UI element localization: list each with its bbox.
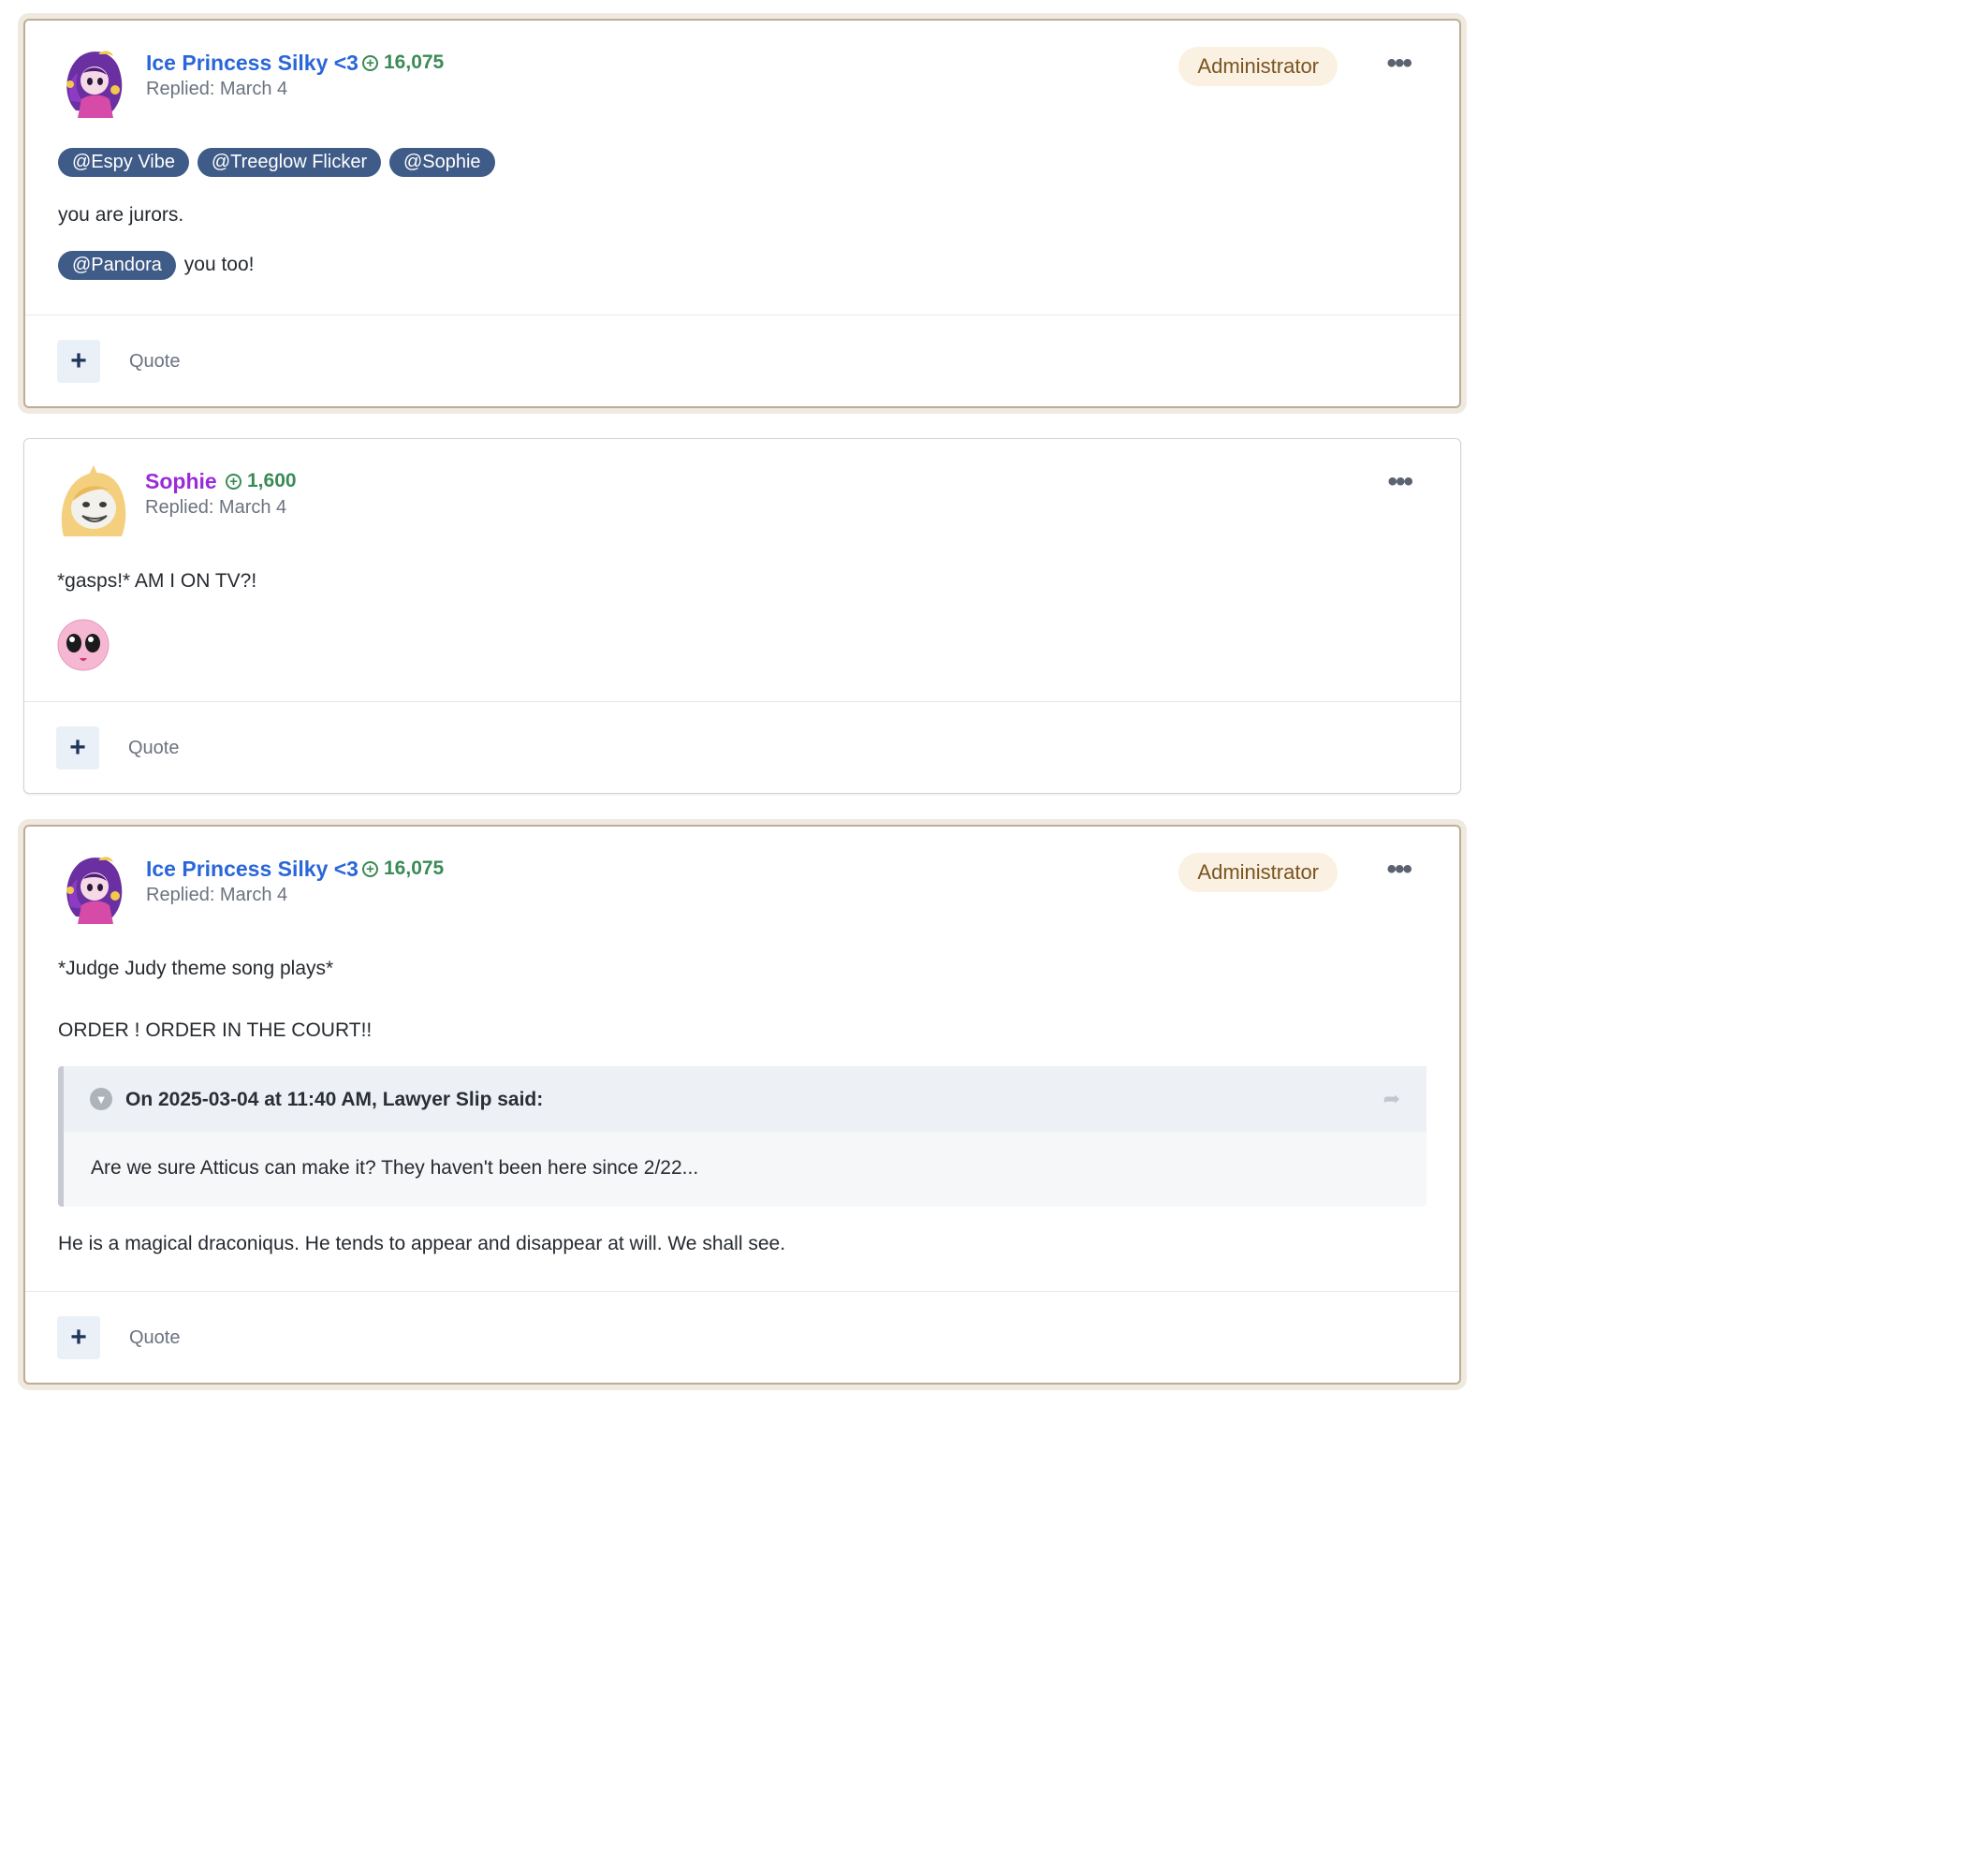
post-text: ORDER ! ORDER IN THE COURT!! <box>58 1019 373 1041</box>
post-text: you too! <box>183 254 255 275</box>
go-to-quoted-post-icon[interactable]: ➦ <box>1383 1087 1400 1111</box>
emoji-image <box>57 619 110 677</box>
add-reaction-button[interactable]: + <box>57 340 100 383</box>
post-text: you are jurors. <box>58 204 184 226</box>
reputation-count: 16,075 <box>384 51 445 73</box>
reputation-plus-icon: + <box>362 860 378 877</box>
quote-block: ▼ On 2025-03-04 at 11:40 AM, Lawyer Slip… <box>58 1066 1426 1207</box>
role-badge: Administrator <box>1178 853 1338 892</box>
mention-link[interactable]: @Pandora <box>58 251 176 280</box>
avatar[interactable] <box>57 851 130 924</box>
reply-date[interactable]: Replied: March 4 <box>145 497 286 519</box>
reputation-count: 16,075 <box>384 857 445 879</box>
more-options-icon[interactable]: ••• <box>1386 856 1412 884</box>
post-content: *gasps!* AM I ON TV?! <box>57 570 1427 682</box>
author-name[interactable]: Sophie <box>145 469 217 494</box>
author-name[interactable]: Ice Princess Silky <3 <box>146 51 358 76</box>
mention-link[interactable]: @Treeglow Flicker <box>197 148 382 177</box>
more-options-icon[interactable]: ••• <box>1386 50 1412 78</box>
reputation-plus-icon: + <box>226 473 241 490</box>
mention-link[interactable]: @Espy Vibe <box>58 148 189 177</box>
post-text: *gasps!* AM I ON TV?! <box>57 570 257 592</box>
quote-header: ▼ On 2025-03-04 at 11:40 AM, Lawyer Slip… <box>64 1066 1426 1132</box>
reputation-count: 1,600 <box>247 470 297 491</box>
post: Ice Princess Silky <3 + 16,075 Replied: … <box>23 19 1461 408</box>
reputation-plus-icon: + <box>362 54 378 71</box>
divider <box>24 701 1460 702</box>
reply-date[interactable]: Replied: March 4 <box>146 885 287 906</box>
post-content: @Espy Vibe @Treeglow Flicker @Sophie you… <box>58 148 1426 288</box>
author-name[interactable]: Ice Princess Silky <3 <box>146 857 358 882</box>
post-text: *Judge Judy theme song plays* <box>58 958 334 979</box>
divider <box>25 1291 1459 1292</box>
post: Sophie + 1,600 Replied: March 4 ••• *gas… <box>23 438 1461 794</box>
quote-button[interactable]: Quote <box>129 1327 180 1349</box>
reply-date[interactable]: Replied: March 4 <box>146 79 287 100</box>
role-badge: Administrator <box>1178 47 1338 86</box>
avatar[interactable] <box>57 45 130 118</box>
add-reaction-button[interactable]: + <box>57 1316 100 1359</box>
reputation: + 1,600 <box>226 470 297 492</box>
more-options-icon[interactable]: ••• <box>1387 468 1412 496</box>
avatar[interactable] <box>56 463 129 536</box>
collapse-chevron-icon[interactable]: ▼ <box>90 1088 112 1110</box>
reputation: + 16,075 <box>362 51 444 74</box>
quote-button[interactable]: Quote <box>129 351 180 373</box>
post-content: *Judge Judy theme song plays* ORDER ! OR… <box>58 958 1426 1257</box>
post: Ice Princess Silky <3 + 16,075 Replied: … <box>23 825 1461 1385</box>
mention-link[interactable]: @Sophie <box>388 148 495 177</box>
reputation: + 16,075 <box>362 857 444 880</box>
post-text: He is a magical draconiqus. He tends to … <box>58 1233 786 1254</box>
quote-button[interactable]: Quote <box>128 738 179 759</box>
add-reaction-button[interactable]: + <box>56 726 99 769</box>
quote-text: Are we sure Atticus can make it? They ha… <box>91 1157 699 1179</box>
topic-feed: Ice Princess Silky <3 + 16,075 Replied: … <box>0 0 1468 1404</box>
quote-citation[interactable]: On 2025-03-04 at 11:40 AM, Lawyer Slip s… <box>125 1089 543 1111</box>
